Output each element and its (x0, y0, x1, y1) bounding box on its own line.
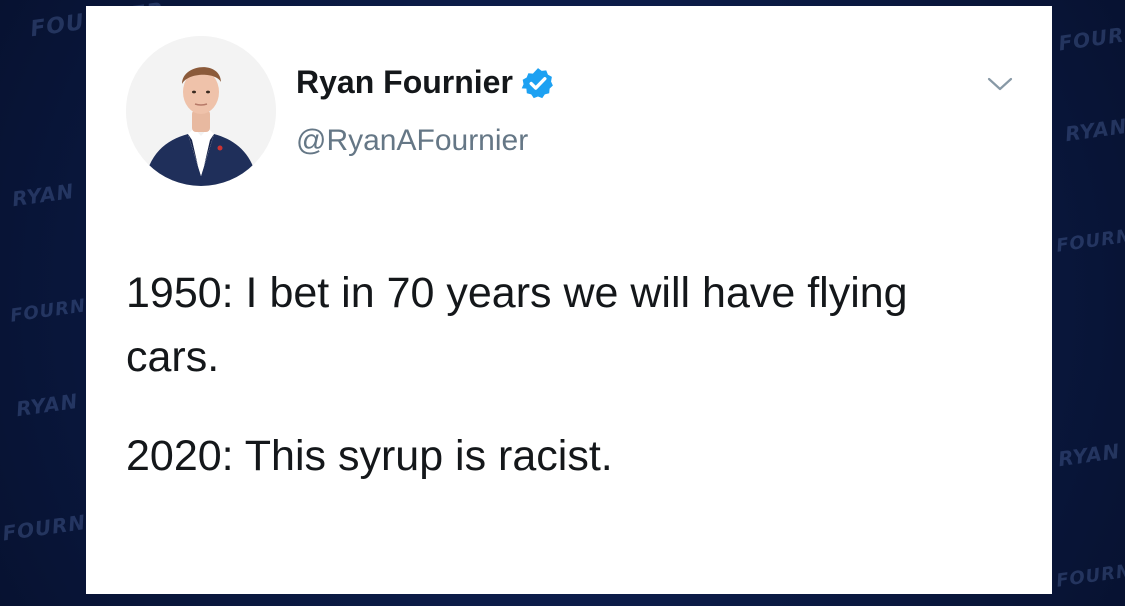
tweet-text: 1950: I bet in 70 years we will have fly… (126, 261, 1006, 488)
avatar[interactable] (126, 36, 276, 186)
author-name[interactable]: Ryan Fournier (296, 64, 555, 101)
chevron-down-icon[interactable] (986, 74, 1014, 94)
avatar-image (126, 36, 276, 186)
author-name-text[interactable]: Ryan Fournier (296, 64, 513, 101)
tweet-line: 2020: This syrup is racist. (126, 432, 613, 480)
verified-badge-icon (521, 66, 555, 100)
tweet-line: 1950: I bet in 70 years we will have fly… (126, 269, 908, 381)
tweet-card: Ryan Fournier @RyanAFournier 1950: I bet… (86, 6, 1052, 594)
author-handle[interactable]: @RyanAFournier (296, 124, 528, 158)
